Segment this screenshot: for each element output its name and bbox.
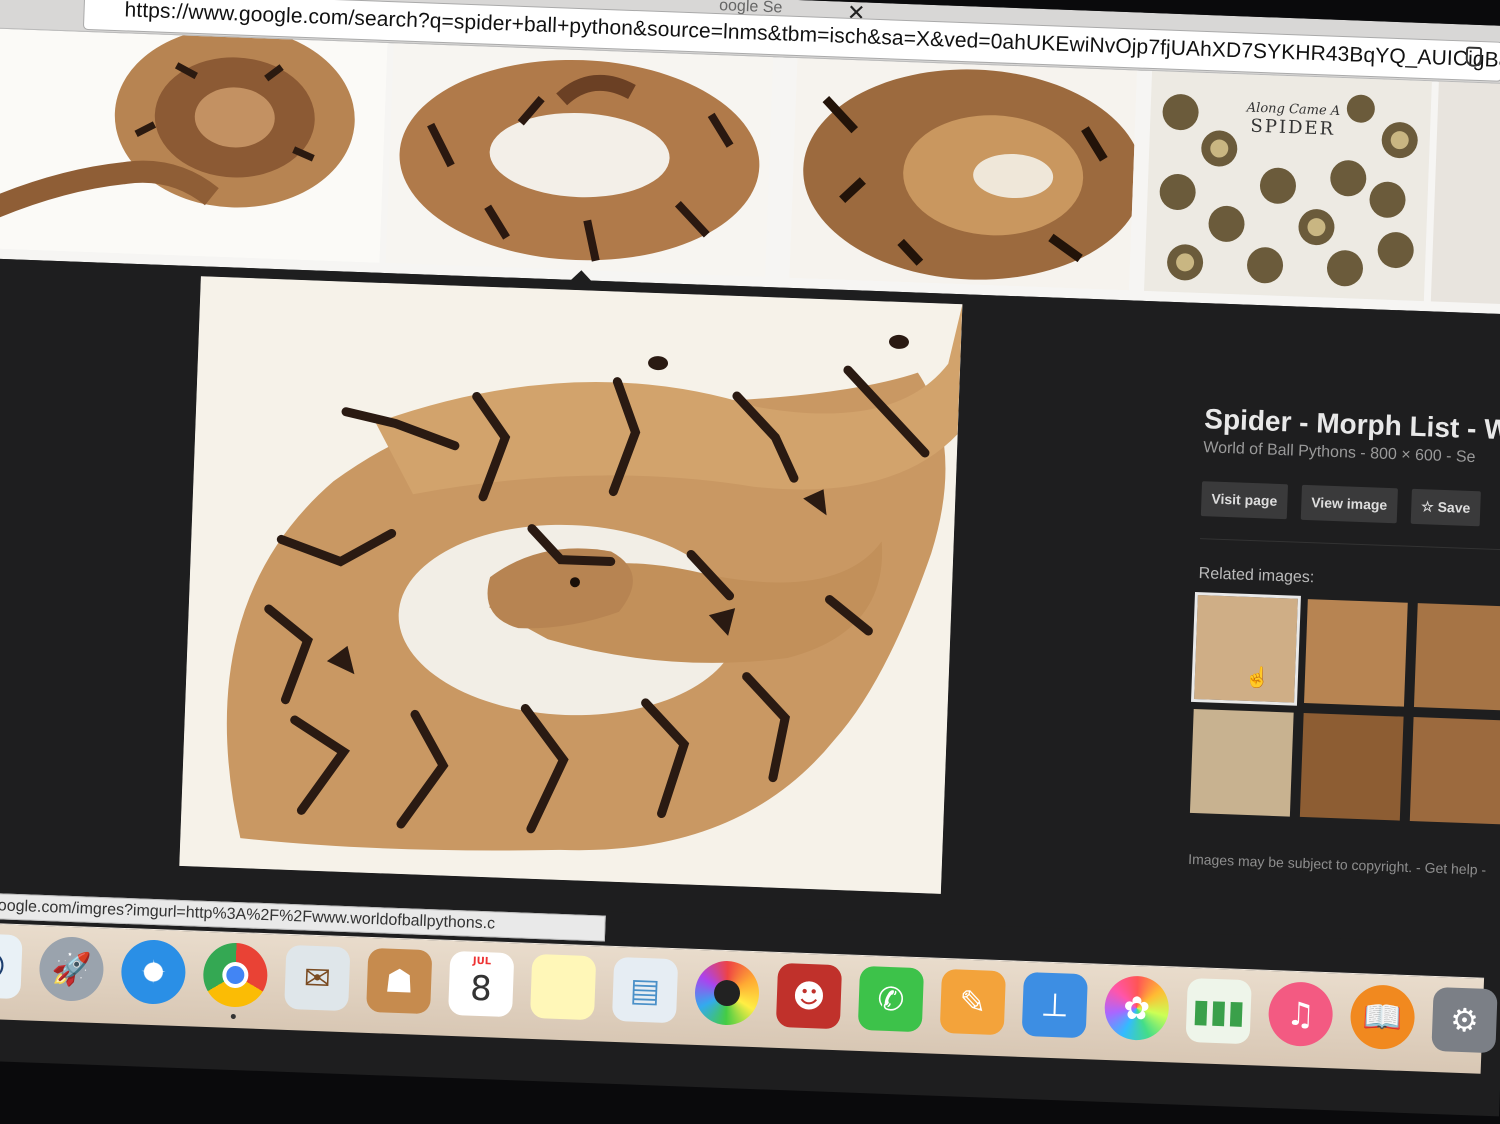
result-thumbnail[interactable] [789,58,1138,291]
image-dimensions: 800 × 600 [1369,445,1443,465]
related-image[interactable] [1189,708,1294,817]
related-image[interactable] [1413,603,1500,711]
contacts-icon[interactable]: ☗ [366,947,433,1015]
related-images-grid [1189,591,1500,825]
keynote-icon[interactable]: ⊥ [1021,971,1088,1039]
launchpad-icon[interactable]: 🚀 [38,935,105,1003]
ibooks-icon[interactable]: 📖 [1349,983,1416,1051]
view-image-button[interactable]: View image [1300,484,1398,524]
separator: - [1481,861,1487,878]
related-image[interactable] [1409,717,1500,825]
notes-icon[interactable] [529,953,597,1021]
source-site[interactable]: World of Ball Pythons [1203,439,1356,462]
related-images-label: Related images: [1198,565,1315,587]
image-info-panel: Spider - Morph List - W World of Ball Py… [1188,403,1500,878]
calendar-month: JUL [472,955,492,968]
result-thumbnail[interactable] [1430,81,1500,306]
separator: - [1360,444,1371,463]
visit-page-button[interactable]: Visit page [1200,481,1288,520]
related-image[interactable] [1299,713,1404,821]
save-button[interactable]: ☆ Save [1410,488,1481,527]
hand-cursor-icon: ☝ [1244,666,1271,690]
color-picker-icon[interactable] [693,959,761,1027]
get-help-link[interactable]: Get help [1424,860,1477,878]
related-image[interactable] [1304,599,1408,707]
divider [1199,538,1500,552]
photo-booth-icon[interactable]: ☻ [775,962,843,1030]
mail-icon[interactable]: ✉ [284,944,351,1012]
copyright-note: Images may be subject to copyright. - Ge… [1188,851,1500,879]
dock: ☺ 🚀 ✧ ✉ ☗ JUL 8 ▤ ☻ ✆ ✎ ⊥ ✿ ▮▮▮ ♫ 📖 ⚙ A1… [0,921,1498,1074]
collage-caption-line2: SPIDER [1250,115,1336,140]
shield-icon[interactable] [1465,46,1483,68]
photos-icon[interactable]: ✿ [1103,974,1170,1042]
calendar-day: 8 [469,968,493,1010]
pages-icon[interactable]: ✎ [939,968,1006,1036]
preview-icon[interactable]: ▤ [611,956,679,1024]
source-tail: Se [1455,448,1476,467]
action-buttons: Visit page View image ☆ Save [1200,481,1500,528]
result-thumbnail-collage[interactable]: Along Came A SPIDER [1144,71,1432,302]
calendar-icon[interactable]: JUL 8 [448,950,515,1018]
running-indicator [230,1013,236,1020]
finder-icon[interactable]: ☺ [0,932,23,1000]
separator: - [1445,448,1457,466]
result-thumbnail-selected[interactable] [385,43,774,277]
itunes-icon[interactable]: ♫ [1267,980,1334,1048]
numbers-icon[interactable]: ▮▮▮ [1185,977,1252,1045]
copyright-text: Images may be subject to copyright. [1187,850,1413,876]
facetime-icon[interactable]: ✆ [857,965,925,1033]
preview-image[interactable] [179,276,963,894]
image-viewer-panel: Spider - Morph List - W World of Ball Py… [0,257,1500,945]
monitor-screen: oogle Se ✕ https://www.google.com/search… [0,0,1500,1117]
system-preferences-icon[interactable]: ⚙ [1431,986,1498,1054]
chrome-icon[interactable] [202,941,269,1020]
result-thumbnail[interactable] [0,27,388,263]
safari-icon[interactable]: ✧ [120,938,187,1006]
